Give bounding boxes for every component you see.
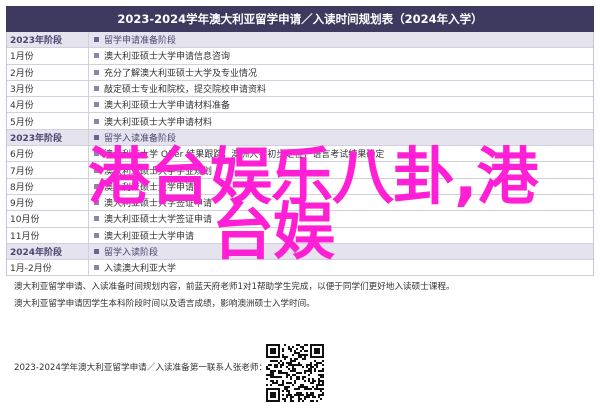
- bullet-icon: [94, 216, 99, 222]
- note-line: 澳大利亚留学申请因学生本科阶段时间以及语言成绩，影响澳洲硕士入学时间。: [14, 299, 315, 309]
- notes: 澳大利亚留学申请、入读准备时间规划内容，前蓝天府老师1对1帮助学生完成，以便于同…: [14, 279, 464, 313]
- contact-footer: 2023-2024学年澳大利亚留学申请／入读准备第一联系人张老师：: [14, 363, 268, 373]
- row-month: 1月份: [7, 48, 89, 64]
- row-month: 2024年阶段: [7, 243, 89, 260]
- row-description: 充分了解澳大利亚硕士大学及专业情况: [89, 65, 257, 80]
- bullet-icon: [94, 118, 99, 124]
- table-section-row: 2023年阶段 留学申请准备阶段: [7, 32, 593, 49]
- row-description: 澳大利亚硕士大学申请材料准备: [89, 97, 230, 112]
- row-description: 入读澳大利亚大学: [89, 260, 176, 275]
- note-line: 澳大利亚留学申请、入读准备时间规划内容，前蓝天府老师1对1帮助学生完成，以便于同…: [14, 282, 455, 292]
- bullet-icon: [94, 69, 99, 75]
- row-description: 留学入读阶段: [89, 244, 158, 259]
- row-description-text: 澳大利亚硕士大学申请: [104, 231, 195, 242]
- bullet-icon: [94, 86, 99, 92]
- row-month: 10月份: [7, 211, 89, 227]
- row-month: 2月份: [7, 64, 89, 80]
- row-description-text: 充分了解澳大利亚硕士大学及专业情况: [104, 68, 258, 79]
- bullet-icon: [94, 37, 99, 43]
- row-month: 2023年阶段: [7, 129, 89, 146]
- row-month: 6月份: [7, 146, 89, 162]
- table-row: 4月份 澳大利亚硕士大学申请材料准备: [7, 97, 593, 114]
- table-row: 2月份 充分了解澳大利亚硕士大学及专业情况: [7, 64, 593, 81]
- bullet-icon: [94, 232, 99, 238]
- row-month: 4月份: [7, 97, 89, 113]
- row-month: 3月份: [7, 80, 89, 97]
- bullet-icon: [94, 102, 99, 108]
- row-month: 2023年阶段: [7, 32, 89, 48]
- row-description: 澳大利亚硕士大学签证申请: [89, 211, 212, 226]
- table-row: 3月份 敲定硕士专业和院校，提交院校申请资料: [7, 80, 593, 98]
- bullet-icon: [94, 53, 99, 59]
- row-description-text: 澳大利亚硕士大学申请材料准备: [104, 101, 231, 112]
- row-description-text: 留学入读阶段: [104, 248, 159, 258]
- table-title: 2023-2024学年澳大利亚留学申请／入读时间规划表（2024年入学）: [6, 6, 594, 32]
- row-description: 留学申请准备阶段: [89, 32, 176, 47]
- row-description: 澳大利亚硕士大学申请: [89, 228, 194, 243]
- row-month: 9月份: [7, 194, 89, 211]
- qr-code-icon[interactable]: [266, 344, 324, 402]
- overlay-headline-continued: 台娱: [212, 195, 335, 268]
- row-description: 敲定硕士专业和院校，提交院校申请资料: [89, 81, 266, 96]
- row-month: 5月份: [7, 113, 89, 129]
- row-description: 澳大利亚硕士大学申请信息咨询: [89, 48, 230, 63]
- row-month: 8月份: [7, 178, 89, 194]
- row-description-text: 澳大利亚硕士大学签证申请: [104, 215, 213, 226]
- row-month: 7月份: [7, 162, 89, 178]
- row-description-text: 敲定硕士专业和院校，提交院校申请资料: [104, 85, 267, 96]
- bullet-icon: [94, 265, 99, 271]
- row-description: 澳大利亚硕士大学申请材料: [89, 113, 212, 128]
- row-description-text: 澳大利亚硕士大学申请信息咨询: [104, 52, 231, 63]
- row-month: 11月份: [7, 227, 89, 243]
- row-month: 1月-2月份: [7, 260, 89, 276]
- table-row: 1月份 澳大利亚硕士大学申请信息咨询: [7, 48, 593, 65]
- row-description-text: 澳大利亚硕士大学申请材料: [104, 117, 213, 128]
- row-description-text: 留学申请准备阶段: [104, 36, 177, 47]
- row-description-text: 入读澳大利亚大学: [104, 264, 177, 275]
- bullet-icon: [94, 249, 99, 254]
- table-row: 5月份 澳大利亚硕士大学申请材料: [7, 113, 593, 130]
